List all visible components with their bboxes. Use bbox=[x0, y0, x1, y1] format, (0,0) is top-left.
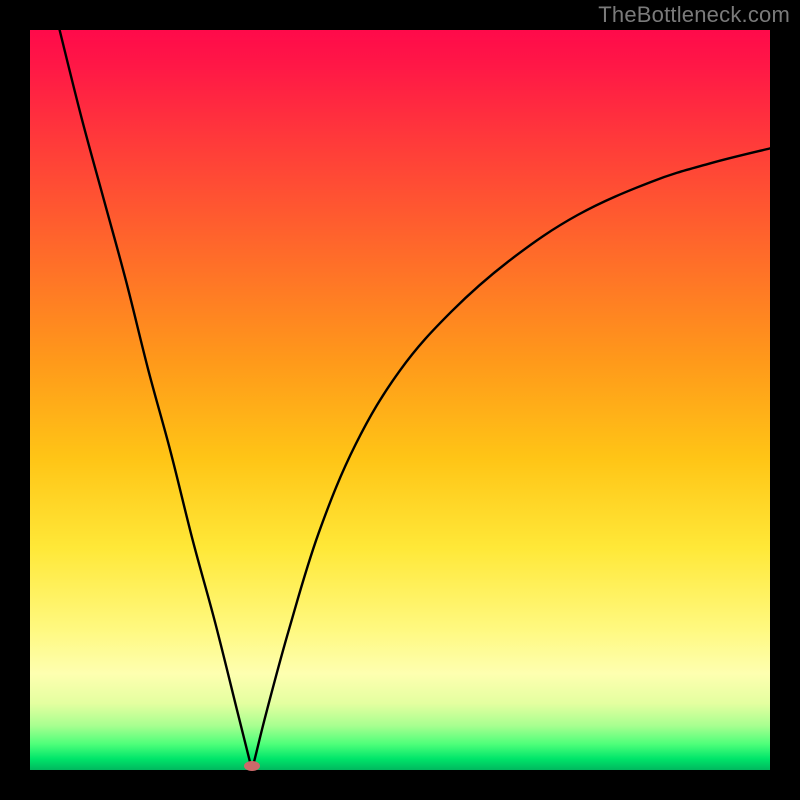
curve-svg bbox=[30, 30, 770, 770]
curve-left-branch bbox=[60, 30, 252, 770]
plot-area bbox=[30, 30, 770, 770]
watermark-text: TheBottleneck.com bbox=[598, 2, 790, 28]
curve-right-branch bbox=[252, 148, 770, 770]
notch-marker bbox=[244, 761, 260, 771]
chart-frame: TheBottleneck.com bbox=[0, 0, 800, 800]
